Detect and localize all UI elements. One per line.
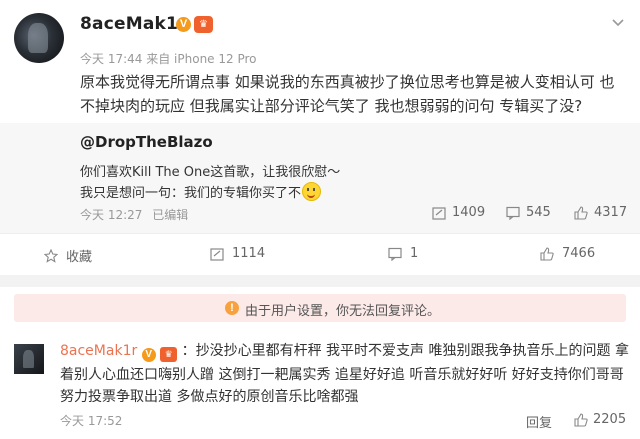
section-divider xyxy=(0,275,640,287)
post-source: 来自 iPhone 12 Pro xyxy=(146,52,257,66)
notice-text: 由于用户设置，你无法回复评论。 xyxy=(245,304,441,319)
repost-count: 1114 xyxy=(232,246,266,261)
comment-count: 1 xyxy=(410,246,419,261)
thumbs-up-icon xyxy=(540,246,554,261)
avatar[interactable] xyxy=(14,13,64,63)
like-count: 7466 xyxy=(562,246,596,261)
comment-like-button[interactable]: 2205 xyxy=(574,412,626,427)
quoted-line-2: 我只是想问一句：我们的专辑你买了不 xyxy=(80,182,322,201)
comment-avatar[interactable] xyxy=(14,344,44,374)
quoted-comment-count: 545 xyxy=(526,205,551,220)
thumbs-up-icon xyxy=(574,205,588,220)
quoted-meta: 今天 12:27 已编辑 xyxy=(80,206,188,223)
favorite-label: 收藏 xyxy=(66,250,93,265)
comment-item: 8aceMak1r V ♛ ：抄没抄心里都有杆秤 我平时不爱支声 唯独别跟我争执… xyxy=(0,330,640,439)
warning-icon: ! xyxy=(225,301,239,315)
quoted-repost-count: 1409 xyxy=(452,205,486,220)
quoted-comment-button[interactable]: 545 xyxy=(506,205,551,220)
like-button[interactable]: 7466 xyxy=(540,246,595,261)
edited-label[interactable]: 已编辑 xyxy=(152,208,188,222)
quoted-line-1: 你们喜欢Kill The One这首歌，让我很欣慰～ xyxy=(80,165,341,180)
comment-like-count: 2205 xyxy=(593,412,627,427)
post-action-bar: 收藏 1114 1 7466 xyxy=(0,233,640,276)
post-meta: 今天 17:44 来自 iPhone 12 Pro xyxy=(80,50,257,67)
favorite-button[interactable]: 收藏 xyxy=(44,246,92,265)
comment-icon xyxy=(388,247,402,261)
comment-time: 今天 17:52 xyxy=(60,414,123,428)
comment-icon xyxy=(506,206,520,220)
quoted-like-count: 4317 xyxy=(594,205,628,220)
quoted-like-button[interactable]: 4317 xyxy=(574,205,627,220)
thumbs-up-icon xyxy=(574,412,588,427)
post-content: 原本我觉得无所谓点事 如果说我的东西真被抄了换位思考也算是被人变相认可 也不掉块… xyxy=(80,73,615,115)
reply-button[interactable]: 回复 xyxy=(526,412,552,431)
star-icon xyxy=(44,248,58,263)
comment-body: 8aceMak1r V ♛ ：抄没抄心里都有杆秤 我平时不爱支声 唯独别跟我争执… xyxy=(60,340,630,408)
repost-button[interactable]: 1114 xyxy=(210,246,265,261)
comment-username[interactable]: 8aceMak1r xyxy=(60,343,137,359)
chevron-down-icon[interactable] xyxy=(610,14,626,30)
post-username[interactable]: 8aceMak1r xyxy=(80,14,187,34)
quoted-post[interactable]: @DropTheBlazo 你们喜欢Kill The One这首歌，让我很欣慰～… xyxy=(0,123,640,233)
level-badge: ♛ xyxy=(194,16,213,33)
verified-badge: V xyxy=(176,17,191,32)
verified-badge: V xyxy=(141,342,156,364)
quoted-username[interactable]: @DropTheBlazo xyxy=(80,133,213,151)
smiley-emoji-icon xyxy=(302,182,322,201)
comment-button[interactable]: 1 xyxy=(388,246,418,261)
quoted-time[interactable]: 今天 12:27 xyxy=(80,208,142,222)
level-badge: ♛ xyxy=(160,342,178,364)
repost-icon xyxy=(432,206,446,220)
repost-icon xyxy=(210,247,224,261)
quoted-repost-button[interactable]: 1409 xyxy=(432,205,485,220)
post-time[interactable]: 今天 17:44 xyxy=(80,52,142,66)
reply-disabled-notice: ! 由于用户设置，你无法回复评论。 xyxy=(14,294,626,322)
